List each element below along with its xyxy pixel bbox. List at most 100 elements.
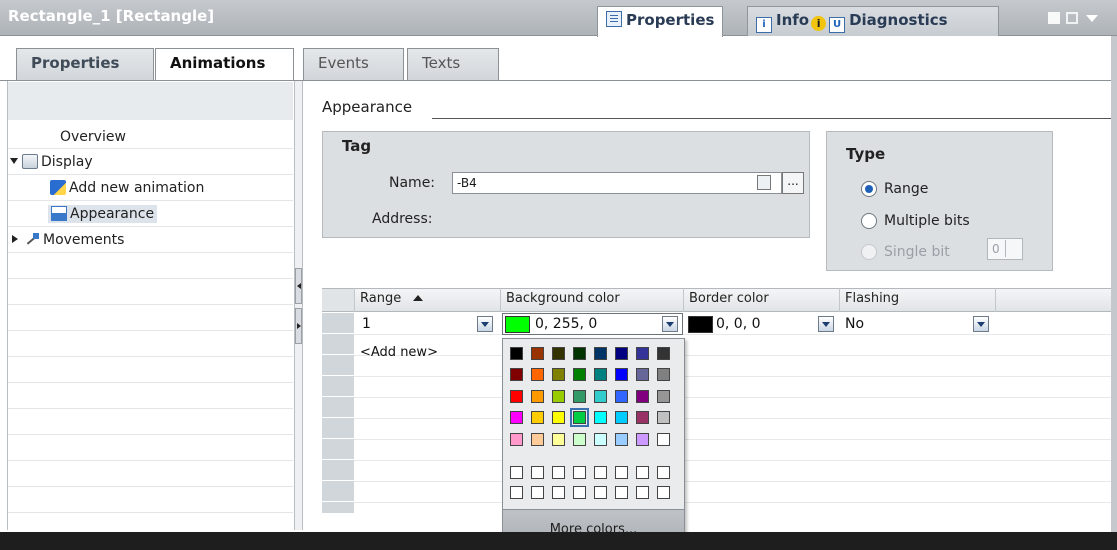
range-dropdown-button[interactable] [477,316,493,332]
custom-color-swatch[interactable] [531,486,544,499]
column-header-background-color[interactable]: Background color [506,291,620,306]
tree-divider [8,304,293,305]
color-swatch[interactable] [552,433,565,446]
tree-item-movements[interactable]: Movements [12,232,124,248]
color-swatch[interactable] [615,347,628,360]
color-swatch[interactable] [570,408,589,427]
color-swatch[interactable] [510,368,523,381]
color-swatch[interactable] [510,433,523,446]
custom-color-swatch[interactable] [636,486,649,499]
tree-item-appearance[interactable]: Appearance [48,205,158,223]
range-cell[interactable]: 1 [362,316,371,332]
column-header-range[interactable]: Range [360,291,424,306]
custom-color-swatch[interactable] [510,466,523,479]
tree-divider [8,174,293,175]
tree-item-add-animation[interactable]: Add new animation [50,180,204,196]
custom-color-swatch[interactable] [531,466,544,479]
color-swatch[interactable] [594,368,607,381]
color-swatch[interactable] [636,368,649,381]
color-swatch[interactable] [657,390,670,403]
tree-item-display[interactable]: Display [10,154,93,170]
multiple-bits-radio[interactable] [861,213,877,229]
tab-properties[interactable]: Properties [16,48,154,80]
browse-button[interactable]: ... [782,172,804,194]
custom-color-swatch[interactable] [552,466,565,479]
chevron-down-icon[interactable] [1086,15,1098,22]
color-swatch[interactable] [615,390,628,403]
expand-arrow-icon[interactable] [10,158,18,164]
color-swatch[interactable] [657,433,670,446]
color-swatch[interactable] [573,390,586,403]
color-swatch[interactable] [594,347,607,360]
custom-color-swatch[interactable] [615,486,628,499]
restore-icon[interactable] [1048,12,1060,24]
row-header[interactable] [322,313,354,334]
custom-color-swatch[interactable] [594,486,607,499]
row-divider [354,376,1117,377]
list-icon[interactable] [757,175,771,190]
expand-right-button[interactable] [295,308,302,344]
color-swatch[interactable] [573,368,586,381]
color-swatch[interactable] [531,390,544,403]
custom-color-swatch[interactable] [594,466,607,479]
custom-color-swatch[interactable] [657,466,670,479]
color-swatch[interactable] [657,411,670,424]
tree-item-overview[interactable]: Overview [60,129,126,145]
pane-splitter[interactable] [294,81,303,530]
color-swatch[interactable] [531,368,544,381]
column-header-border-color[interactable]: Border color [689,291,769,306]
tab-properties-inspector[interactable]: Properties [597,6,724,37]
background-color-value: 0, 255, 0 [535,316,598,332]
add-new-row[interactable]: <Add new> [360,345,438,360]
color-swatch[interactable] [615,411,628,424]
custom-color-swatch[interactable] [510,486,523,499]
column-separator [995,288,996,312]
color-swatch[interactable] [615,368,628,381]
color-swatch[interactable] [573,433,586,446]
collapse-left-button[interactable] [295,268,302,304]
tab-info-inspector[interactable]: i Info i U Diagnostics [747,6,999,36]
flashing-dropdown-button[interactable] [973,316,989,332]
color-swatch[interactable] [657,368,670,381]
color-swatch[interactable] [657,347,670,360]
custom-color-swatch[interactable] [573,486,586,499]
color-swatch[interactable] [636,390,649,403]
color-swatch[interactable] [615,433,628,446]
layout-icon[interactable] [1066,12,1078,24]
color-swatch[interactable] [552,368,565,381]
color-swatch[interactable] [573,347,586,360]
color-swatch[interactable] [510,347,523,360]
background-color-dropdown-button[interactable] [662,316,678,332]
color-swatch[interactable] [531,411,544,424]
flashing-value[interactable]: No [845,316,864,332]
tab-events[interactable]: Events [303,48,404,80]
color-swatch[interactable] [594,433,607,446]
custom-color-swatch[interactable] [615,466,628,479]
color-swatch[interactable] [636,347,649,360]
custom-color-swatch[interactable] [573,466,586,479]
range-radio[interactable] [861,181,877,197]
color-swatch[interactable] [552,347,565,360]
color-swatch[interactable] [531,347,544,360]
color-swatch[interactable] [636,433,649,446]
border-color-dropdown-button[interactable] [818,316,834,332]
color-swatch[interactable] [636,411,649,424]
color-swatch[interactable] [552,411,565,424]
custom-color-swatch[interactable] [552,486,565,499]
tab-texts[interactable]: Texts [407,48,499,80]
column-header-flashing[interactable]: Flashing [845,291,899,306]
tab-diagnostics-label: Diagnostics [849,11,948,29]
color-swatch[interactable] [531,433,544,446]
expand-arrow-icon[interactable] [12,235,18,243]
custom-color-swatch[interactable] [657,486,670,499]
color-swatch[interactable] [594,411,607,424]
color-swatch[interactable] [510,390,523,403]
color-swatch[interactable] [510,411,523,424]
tab-animations[interactable]: Animations [155,48,294,81]
border-color-value[interactable]: 0, 0, 0 [716,316,761,332]
custom-color-swatch[interactable] [636,466,649,479]
tag-name-field[interactable]: -B4 [452,172,782,194]
row-header[interactable] [322,334,354,355]
color-swatch[interactable] [552,390,565,403]
color-swatch[interactable] [594,390,607,403]
